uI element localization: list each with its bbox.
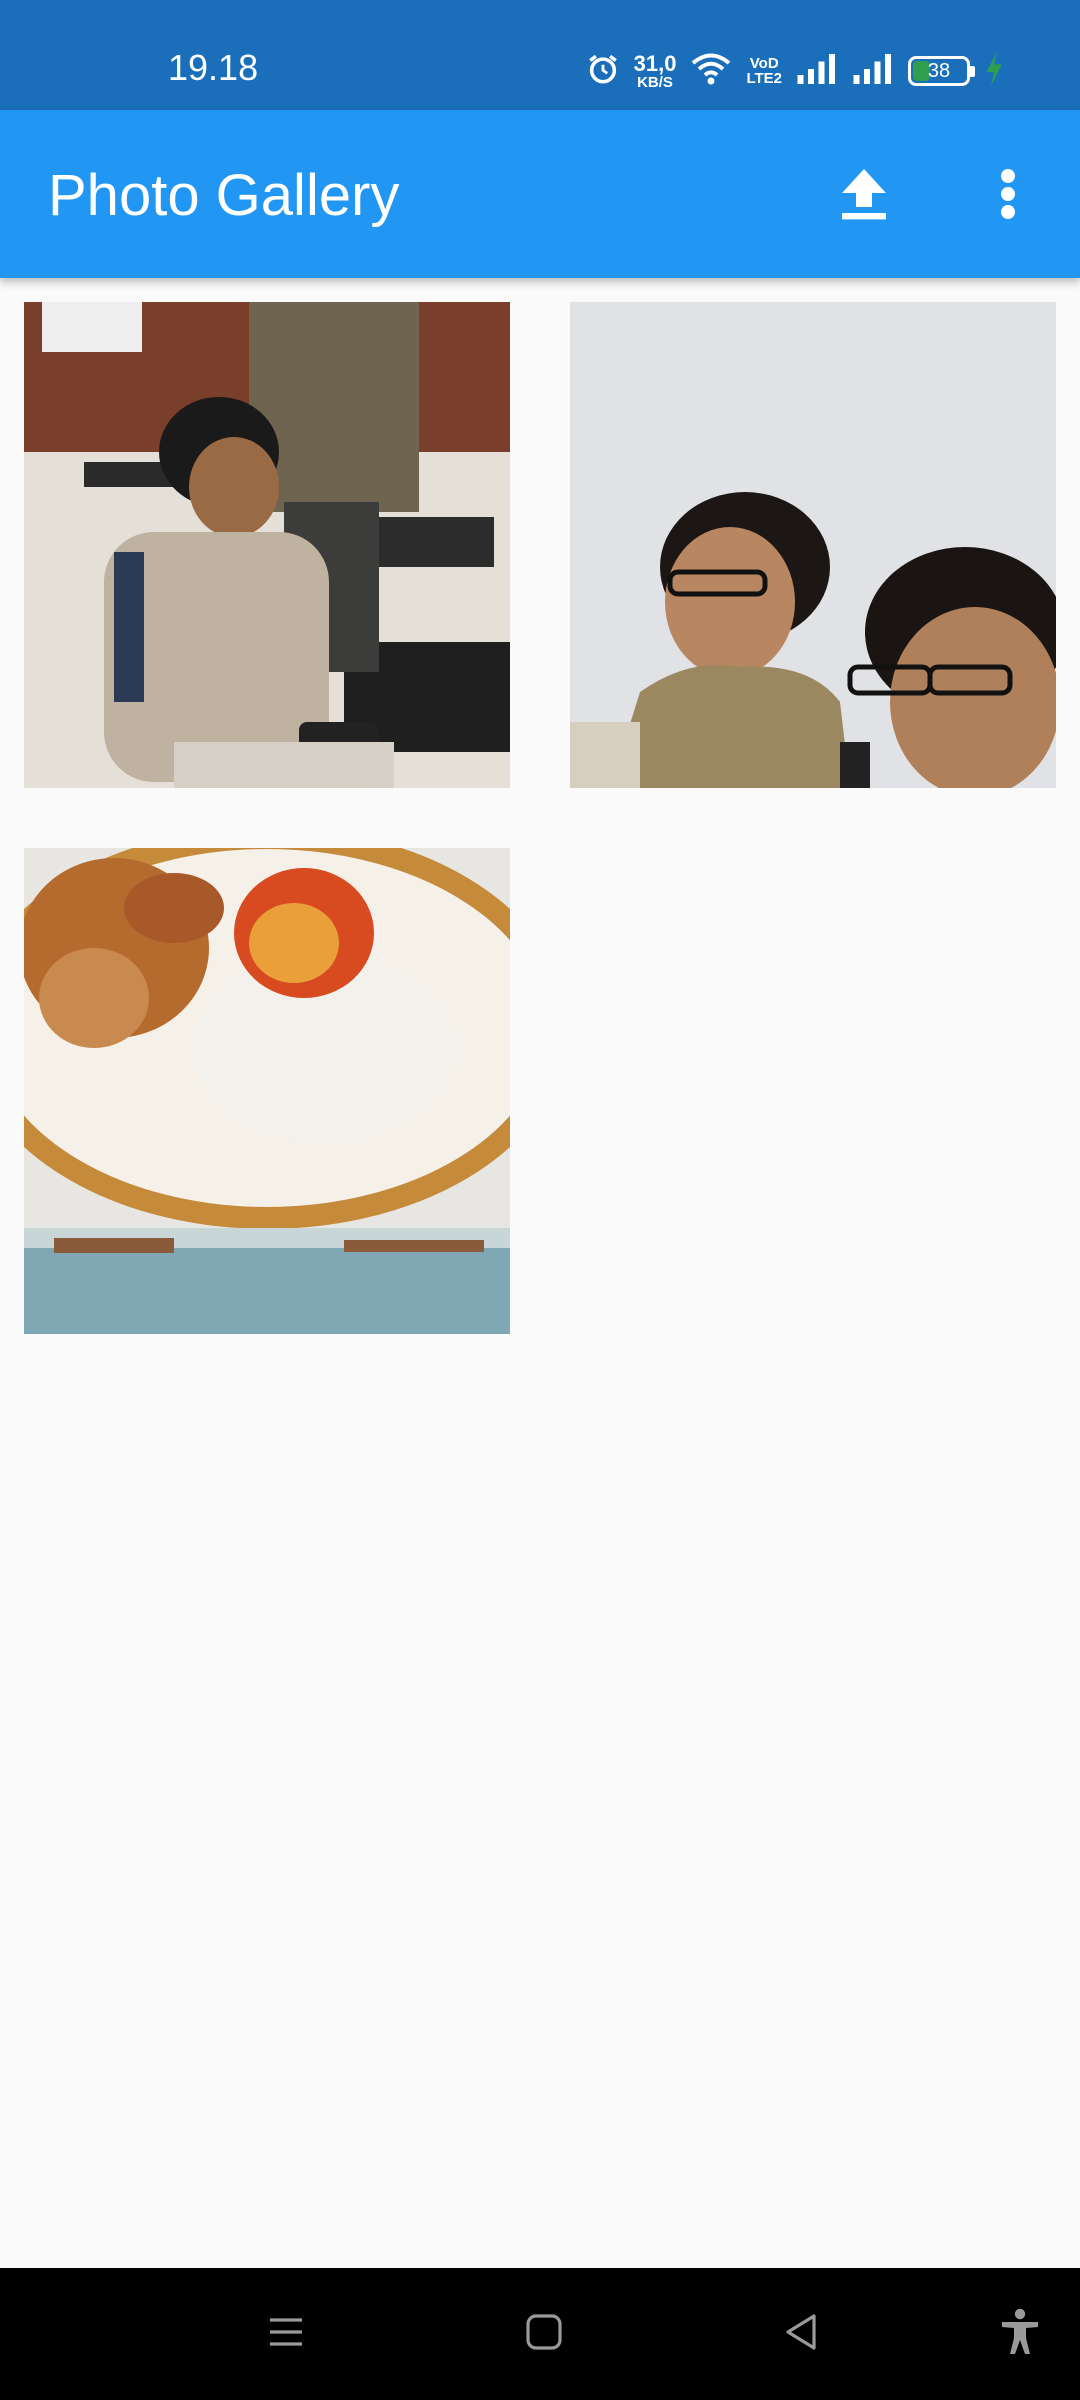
alarm-icon [586,52,620,91]
accessibility-icon [998,2308,1042,2361]
volte-indicator: VoD LTE2 [746,56,782,86]
home-button[interactable] [508,2298,580,2370]
more-vert-icon [1000,168,1016,225]
more-options-button[interactable] [966,154,1050,238]
battery-level: 38 [927,59,951,82]
app-title: Photo Gallery [48,163,400,228]
photo-two-people [570,302,1056,788]
recents-icon [266,2312,306,2357]
back-button[interactable] [766,2298,838,2370]
upload-button[interactable] [822,154,906,238]
accessibility-button[interactable] [984,2298,1056,2370]
home-icon [524,2312,564,2357]
network-speed-value: 31,0 [633,50,677,76]
upload-icon [840,167,888,226]
status-time: 19.18 [168,47,259,88]
battery-cap [970,66,975,77]
wifi-icon [690,52,732,91]
status-bar: 19.18 31,0 KB/S VoD LTE2 38 [0,0,1080,110]
recents-button[interactable] [250,2298,322,2370]
photo-thumbnail[interactable] [570,302,1056,788]
charging-bolt-icon [984,51,1004,91]
photo-thumbnail[interactable] [24,848,510,1334]
network-speed: 31,0 KB/S [633,50,677,91]
photo-thumbnail[interactable] [24,302,510,788]
system-navigation-bar [0,2268,1080,2400]
volte-bottom-label: LTE2 [746,70,782,87]
status-icons: 31,0 KB/S VoD LTE2 38 [586,48,1004,94]
photo-person-seated [24,302,510,788]
signal-sim2-icon [852,53,894,89]
back-icon [782,2312,822,2357]
network-speed-unit: KB/S [637,73,673,91]
battery-icon: 38 [908,56,975,86]
app-bar: Photo Gallery [0,110,1080,278]
volte-top-label: VoD [749,55,779,72]
signal-sim1-icon [796,53,838,89]
photo-food [24,848,510,1334]
